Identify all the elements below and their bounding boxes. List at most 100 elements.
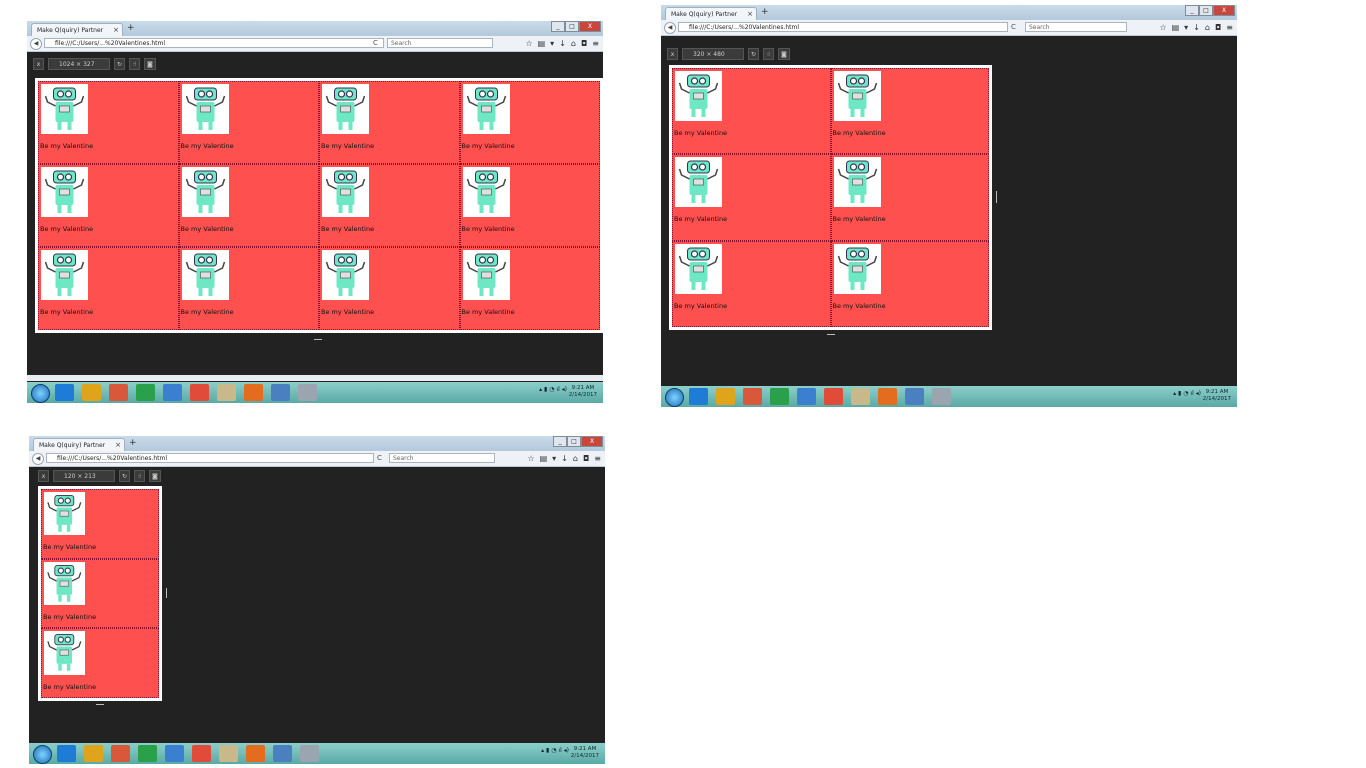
new-tab-icon[interactable]: + xyxy=(127,23,135,34)
home-icon[interactable]: ⌂ xyxy=(571,38,576,49)
notepad-icon[interactable] xyxy=(219,745,238,762)
viewport-size-select[interactable]: 120 × 213 xyxy=(53,470,115,482)
chrome-icon[interactable] xyxy=(192,745,211,762)
network-icon[interactable] xyxy=(797,388,816,405)
app-icon[interactable] xyxy=(905,388,924,405)
download-icon[interactable]: ↓ xyxy=(559,38,566,49)
explorer-icon[interactable] xyxy=(716,388,735,405)
ie-icon[interactable] xyxy=(55,384,74,401)
network-icon[interactable] xyxy=(165,745,184,762)
url-bar[interactable]: file:///C:/Users/...%20Valentines.html xyxy=(46,453,374,463)
tab-close-icon[interactable]: × xyxy=(113,24,119,36)
hand-icon[interactable]: ☝ xyxy=(129,58,141,70)
rotate-icon[interactable]: ↻ xyxy=(748,48,760,60)
download-icon[interactable]: ↓ xyxy=(561,453,568,464)
firefox-icon[interactable] xyxy=(246,745,265,762)
chart-icon[interactable] xyxy=(770,388,789,405)
app-icon[interactable] xyxy=(271,384,290,401)
tab-close-icon[interactable]: × xyxy=(747,8,753,20)
notepad-icon[interactable] xyxy=(217,384,236,401)
app2-icon[interactable] xyxy=(932,388,951,405)
reader-icon[interactable]: ▤ xyxy=(1172,22,1180,33)
ie-icon[interactable] xyxy=(57,745,76,762)
hand-icon[interactable]: ☝ xyxy=(134,470,146,482)
minimize-button[interactable]: _ xyxy=(1185,5,1199,16)
chart-icon[interactable] xyxy=(138,745,157,762)
app2-icon[interactable] xyxy=(298,384,317,401)
media-icon[interactable] xyxy=(743,388,762,405)
browser-tab[interactable]: Make Q(quiry) Partner × xyxy=(31,23,123,36)
browser-tab[interactable]: Make Q(quiry) Partner × xyxy=(33,438,125,451)
maximize-button[interactable]: □ xyxy=(567,436,581,447)
chrome-icon[interactable] xyxy=(190,384,209,401)
chart-icon[interactable] xyxy=(136,384,155,401)
explorer-icon[interactable] xyxy=(82,384,101,401)
back-button[interactable]: ◀ xyxy=(32,453,44,465)
back-button[interactable]: ◀ xyxy=(664,22,676,34)
menu-icon[interactable]: ≡ xyxy=(592,38,599,49)
minimize-button[interactable]: _ xyxy=(551,21,565,32)
close-window-button[interactable]: X xyxy=(1213,5,1235,16)
sync-icon[interactable]: ◘ xyxy=(581,38,587,49)
network-icon[interactable] xyxy=(163,384,182,401)
viewport-size-select[interactable]: 320 × 480 xyxy=(682,48,744,60)
hand-icon[interactable]: ☝ xyxy=(763,48,775,60)
bookmark-star-icon[interactable]: ☆ xyxy=(1159,22,1166,33)
browser-tab[interactable]: Make Q(quiry) Partner × xyxy=(665,7,757,20)
reader-icon[interactable]: ▤ xyxy=(538,38,546,49)
close-rdm-button[interactable]: x xyxy=(38,470,49,482)
download-icon[interactable]: ↓ xyxy=(1193,22,1200,33)
maximize-button[interactable]: □ xyxy=(565,21,579,32)
ie-icon[interactable] xyxy=(689,388,708,405)
start-button[interactable] xyxy=(31,384,50,403)
pocket-icon[interactable]: ▾ xyxy=(1184,22,1188,33)
close-rdm-button[interactable]: x xyxy=(33,58,44,70)
bookmark-star-icon[interactable]: ☆ xyxy=(525,38,532,49)
chrome-icon[interactable] xyxy=(824,388,843,405)
new-tab-icon[interactable]: + xyxy=(129,438,137,449)
firefox-icon[interactable] xyxy=(878,388,897,405)
notepad-icon[interactable] xyxy=(851,388,870,405)
firefox-icon[interactable] xyxy=(244,384,263,401)
reload-icon[interactable]: C xyxy=(373,38,378,49)
camera-icon[interactable]: ◙ xyxy=(144,58,156,70)
horizontal-scrollbar[interactable] xyxy=(27,375,603,381)
start-button[interactable] xyxy=(33,745,52,764)
start-button[interactable] xyxy=(665,388,684,407)
pocket-icon[interactable]: ▾ xyxy=(550,38,554,49)
resize-handle-bottom[interactable] xyxy=(827,334,835,335)
close-rdm-button[interactable]: x xyxy=(667,48,678,60)
search-input[interactable]: Search xyxy=(1025,22,1127,32)
search-input[interactable]: Search xyxy=(389,453,495,463)
url-bar[interactable]: file:///C:/Users/...%20Valentines.html xyxy=(44,38,384,48)
url-bar[interactable]: file:///C:/Users/...%20Valentines.html xyxy=(678,22,1008,32)
pocket-icon[interactable]: ▾ xyxy=(552,453,556,464)
tab-close-icon[interactable]: × xyxy=(115,439,121,451)
home-icon[interactable]: ⌂ xyxy=(1205,22,1210,33)
rotate-icon[interactable]: ↻ xyxy=(114,58,126,70)
menu-icon[interactable]: ≡ xyxy=(1226,22,1233,33)
app2-icon[interactable] xyxy=(300,745,319,762)
sync-icon[interactable]: ◘ xyxy=(1215,22,1221,33)
maximize-button[interactable]: □ xyxy=(1199,5,1213,16)
media-icon[interactable] xyxy=(109,384,128,401)
search-input[interactable]: Search xyxy=(387,38,493,48)
resize-handle-bottom[interactable] xyxy=(96,704,104,705)
camera-icon[interactable]: ◙ xyxy=(149,470,161,482)
new-tab-icon[interactable]: + xyxy=(761,7,769,18)
reload-icon[interactable]: C xyxy=(1011,22,1016,33)
reload-icon[interactable]: C xyxy=(377,453,382,464)
rotate-icon[interactable]: ↻ xyxy=(119,470,131,482)
camera-icon[interactable]: ◙ xyxy=(778,48,790,60)
resize-handle-bottom[interactable] xyxy=(314,339,322,340)
minimize-button[interactable]: _ xyxy=(553,436,567,447)
back-button[interactable]: ◀ xyxy=(30,38,42,50)
resize-handle-right[interactable] xyxy=(166,588,167,598)
close-window-button[interactable]: X xyxy=(579,21,601,32)
bookmark-star-icon[interactable]: ☆ xyxy=(527,453,534,464)
close-window-button[interactable]: X xyxy=(581,436,603,447)
resize-handle-right[interactable] xyxy=(996,191,997,203)
menu-icon[interactable]: ≡ xyxy=(594,453,601,464)
reader-icon[interactable]: ▤ xyxy=(540,453,548,464)
sync-icon[interactable]: ◘ xyxy=(583,453,589,464)
